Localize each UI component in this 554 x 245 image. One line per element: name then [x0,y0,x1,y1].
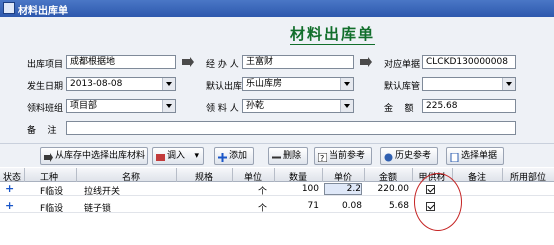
cell-trade[interactable]: F临设 [40,201,63,214]
cell-price[interactable]: 2.2 [324,183,362,195]
handler-label: 经 办 人 [206,60,239,70]
receiver-dropdown-icon[interactable] [344,104,350,108]
row-status-icon[interactable]: + [5,200,14,211]
default-store-dropdown-icon[interactable] [506,82,512,86]
select-voucher-label: 选择单据 [461,151,498,161]
app-icon [3,2,15,14]
cell-trade[interactable]: F临设 [40,184,63,197]
table-row[interactable]: + F临设 拉线开关 个 100 2.2 220.00 [0,183,554,197]
warehouse-select[interactable]: 乐山库房 [242,77,354,91]
col-amount[interactable]: 金额 [364,170,412,183]
import-icon [156,152,165,161]
receiver-label: 领 料 人 [206,104,239,114]
col-qty[interactable]: 数量 [274,170,322,183]
highlight-circle [414,173,462,231]
default-store-select[interactable] [422,77,516,91]
cell-name[interactable]: 链子锁 [84,201,111,214]
document-icon [450,152,459,163]
table-header: 状态 工种 名称 规格 单位 数量 单价 金额 甲供材 备注 所用部位 [0,168,554,183]
team-select[interactable]: 项目部 [66,99,176,113]
date-dropdown-icon[interactable] [166,82,172,86]
toolbar: 从库存中选择出库材料 调入 ▾ 添加 删除 ? 当前参考 历史参考 选择单据 [0,143,554,167]
history-icon [384,152,393,162]
import-label: 调入 [167,151,186,161]
table-row[interactable]: + F临设 链子锁 个 71 0.08 5.68 [0,200,554,214]
team-dropdown-icon[interactable] [166,104,172,108]
cell-qty[interactable]: 100 [274,184,319,194]
project-picker-icon[interactable] [182,57,194,67]
svg-text:?: ? [320,154,324,162]
col-spec[interactable]: 规格 [176,170,232,183]
delete-label: 删除 [283,151,302,161]
date-input[interactable]: 2013-08-08 [66,77,176,91]
arrow-icon [44,152,53,162]
team-value: 项目部 [70,101,98,111]
warehouse-value: 乐山库房 [246,79,283,89]
material-table: 状态 工种 名称 规格 单位 数量 单价 金额 甲供材 备注 所用部位 + F临… [0,168,554,245]
col-trade[interactable]: 工种 [24,170,74,183]
cell-unit[interactable]: 个 [258,201,267,214]
col-name[interactable]: 名称 [76,170,186,183]
col-unit[interactable]: 单位 [232,170,274,183]
chevron-down-icon: ▾ [194,151,199,161]
add-label: 添加 [229,151,248,161]
warehouse-dropdown-icon[interactable] [344,82,350,86]
voucher-input[interactable]: CLCKD130000008 [422,55,516,69]
plus-icon [218,152,227,162]
col-remark[interactable]: 备注 [452,170,502,183]
receiver-value: 孙乾 [246,101,265,111]
col-location[interactable]: 所用部位 [502,170,554,183]
form-panel: 材料出库单 出库项目 成都根据地 经 办 人 王富财 对应单据 CLCKD130… [0,17,554,143]
project-input[interactable]: 成都根据地 [66,55,176,69]
amount-label: 金 额 [384,104,414,114]
project-label: 出库项目 [27,60,64,70]
select-from-stock-button[interactable]: 从库存中选择出库材料 [40,147,148,165]
window-title: 材料出库单 [18,6,68,17]
delete-button[interactable]: 删除 [268,147,308,165]
row-status-icon[interactable]: + [5,183,14,194]
current-reference-label: 当前参考 [329,151,366,161]
select-voucher-button[interactable]: 选择单据 [446,147,504,165]
history-reference-label: 历史参考 [395,151,432,161]
remark-label: 备 注 [27,126,57,136]
handler-input[interactable]: 王富财 [242,55,354,69]
date-label: 发生日期 [27,82,64,92]
window-title-bar: 材料出库单 [0,0,554,17]
cell-qty[interactable]: 71 [274,201,319,211]
amount-input[interactable]: 225.68 [422,99,516,113]
import-button[interactable]: 调入 ▾ [152,147,204,165]
handler-picker-icon[interactable] [360,57,372,67]
cell-amount[interactable]: 5.68 [364,201,409,211]
history-reference-button[interactable]: 历史参考 [380,147,438,165]
team-label: 领料班组 [27,104,64,114]
warehouse-label: 默认出库 [206,82,243,92]
receiver-select[interactable]: 孙乾 [242,99,354,113]
current-reference-button[interactable]: ? 当前参考 [314,147,372,165]
col-price[interactable]: 单价 [322,170,364,183]
minus-icon [272,152,281,161]
add-button[interactable]: 添加 [214,147,254,165]
cell-amount[interactable]: 220.00 [364,184,410,194]
help-icon: ? [317,152,328,163]
date-value: 2013-08-08 [70,79,123,89]
cell-price[interactable]: 0.08 [324,201,362,211]
remark-input[interactable] [66,121,516,135]
select-from-stock-label: 从库存中选择出库材料 [55,151,146,161]
cell-unit[interactable]: 个 [258,184,267,197]
cell-name[interactable]: 拉线开关 [84,184,120,197]
form-heading: 材料出库单 [290,25,376,45]
voucher-label: 对应单据 [384,60,421,70]
default-store-label: 默认库管 [384,82,421,92]
